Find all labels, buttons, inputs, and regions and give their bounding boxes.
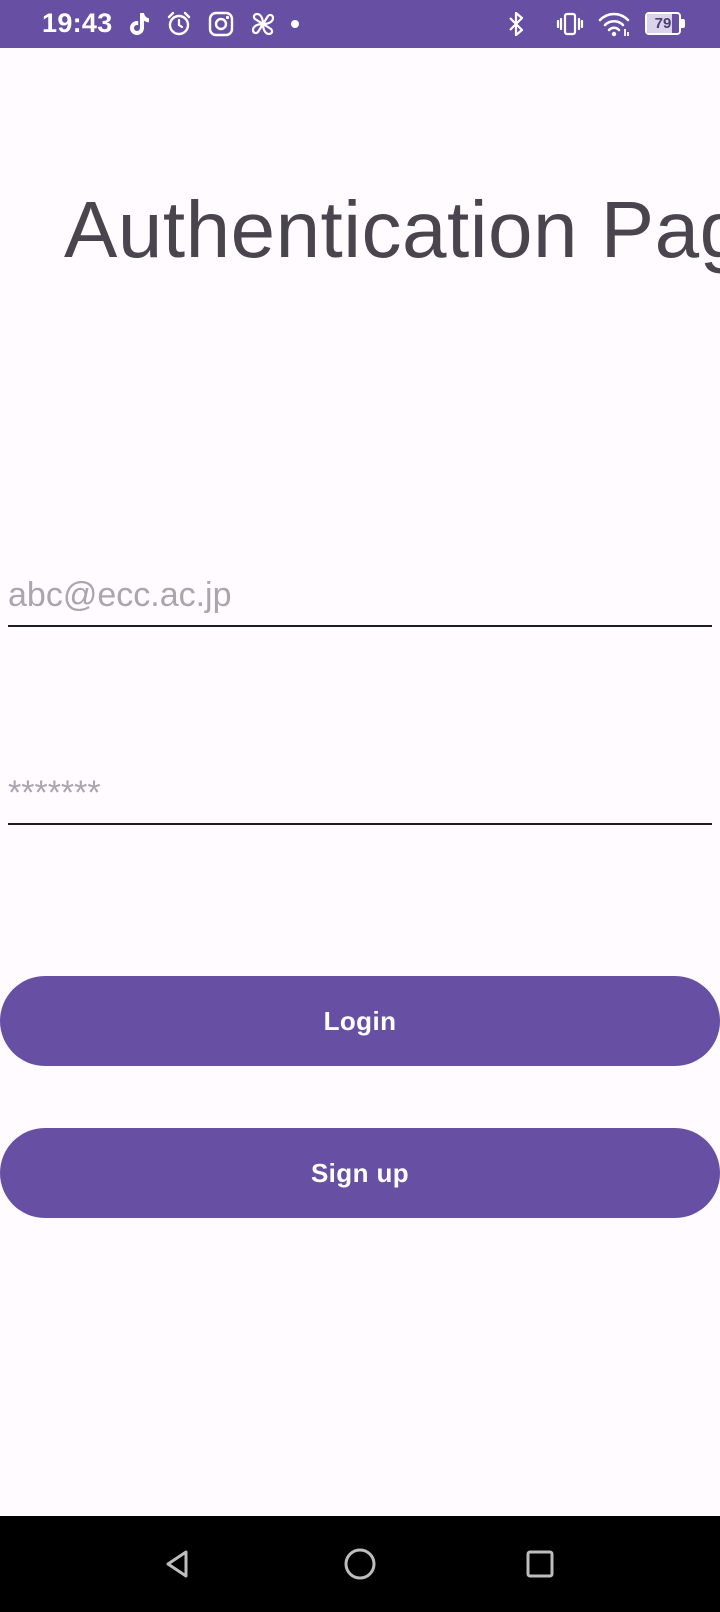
recents-icon[interactable] (520, 1544, 560, 1584)
wifi-icon (598, 10, 630, 38)
page-title: Authentication Page (64, 185, 720, 274)
home-icon[interactable] (340, 1544, 380, 1584)
battery-level: 79 (654, 15, 672, 32)
status-bar: 19:43 79 (0, 0, 720, 48)
alarm-icon (165, 10, 193, 38)
status-time: 19:43 (42, 8, 113, 38)
signup-button[interactable]: Sign up (0, 1128, 720, 1218)
battery-cap (681, 19, 685, 28)
pinwheel-icon (249, 10, 277, 38)
vibrate-icon (556, 10, 584, 38)
email-field[interactable] (8, 565, 712, 627)
login-button[interactable]: Login (0, 976, 720, 1066)
app-screen: 19:43 79 Authentication Page abc@ecc.ac.… (0, 0, 720, 1612)
notification-dot (291, 20, 299, 28)
tiktok-icon (125, 10, 153, 38)
password-field[interactable] (8, 763, 712, 825)
battery-body: 79 (645, 12, 681, 35)
back-icon[interactable] (158, 1544, 198, 1584)
bluetooth-icon (502, 10, 530, 38)
navigation-bar (0, 1516, 720, 1612)
instagram-icon (207, 10, 235, 38)
battery-icon: 79 (645, 12, 685, 35)
